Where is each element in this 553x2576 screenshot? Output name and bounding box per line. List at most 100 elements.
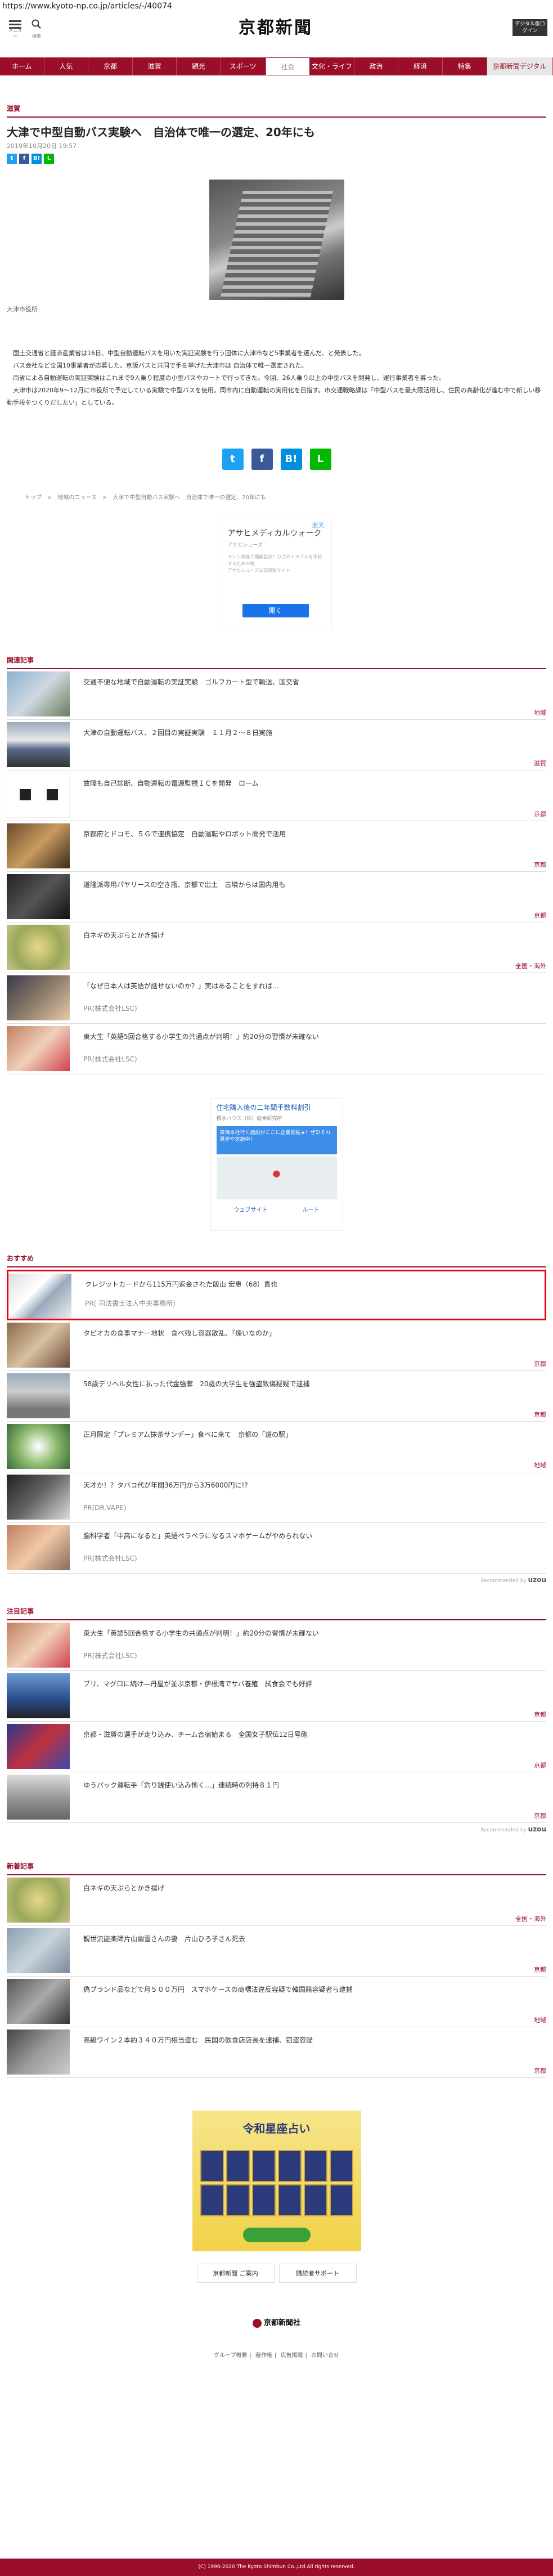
nav-kyoto[interactable]: 京都 bbox=[88, 57, 133, 75]
support-button[interactable]: 購読者サポート bbox=[278, 2264, 357, 2283]
list-item-highlighted[interactable]: クレジットカードから115万円返金された飯山 宏恵（68）貴也 PR( 司法書士法… bbox=[7, 1270, 546, 1320]
list-item[interactable]: ブリ、マグロに続け―丹屋が並ぶ京都・伊根湾でサバ養殖 試食会でも好評 京都 bbox=[7, 1671, 546, 1722]
twitter-icon[interactable]: t bbox=[7, 154, 17, 164]
ad-cta-button[interactable] bbox=[242, 2228, 311, 2242]
uzou-logo[interactable]: uzou bbox=[528, 1576, 546, 1584]
list-item[interactable]: 故障も自己診断、自動運転の電源監視ＩＣを開発 ローム 京都 bbox=[7, 770, 546, 821]
item-title[interactable]: 「なぜ日本人は英語が話せないのか？」実はあることをすれば… PR(株式会社LSC) bbox=[70, 973, 279, 1014]
item-title[interactable]: 東大生「英語5回合格する小学生の共通点が判明！」約20分の習慣が未確ない PR(株… bbox=[70, 1620, 319, 1661]
list-item[interactable]: 道隆派専用パヤリースの空き瓶、京都で出土 古墳からは国内用も 京都 bbox=[7, 872, 546, 922]
ad-title[interactable]: 令和星座占い bbox=[196, 2120, 358, 2136]
website-button[interactable]: ウェブサイト bbox=[234, 1205, 268, 1213]
nav-home[interactable]: ホーム bbox=[0, 57, 44, 75]
item-title-text[interactable]: 天才か！？タバコ代が年間36万円から3万6000円に!? bbox=[83, 1481, 248, 1489]
item-title[interactable]: 故障も自己診断、自動運転の電源監視ＩＣを開発 ローム bbox=[70, 770, 259, 789]
guide-button[interactable]: 京都新聞 ご案内 bbox=[196, 2264, 275, 2283]
list-item[interactable]: 白ネギの天ぷらとかき揚げ 全国・海外 bbox=[7, 922, 546, 973]
hatena-icon[interactable]: B! bbox=[32, 154, 42, 164]
footer-link[interactable]: 広告掲載 bbox=[280, 2353, 303, 2359]
uzou-logo[interactable]: uzou bbox=[528, 1825, 546, 1833]
nav-economy[interactable]: 経済 bbox=[398, 57, 443, 75]
list-item[interactable]: ゆうパック運転手「釣り銭使い込み怖く…」連続時の列持８１円 京都 bbox=[7, 1772, 546, 1823]
search-button[interactable]: 検索 bbox=[28, 17, 45, 41]
item-title[interactable]: 京都府とドコモ、５Ｇで連携協定 自動運転やロボット開発で活用 bbox=[70, 821, 286, 839]
url-bar[interactable]: https://www.kyoto-np.co.jp/articles/-/40… bbox=[0, 0, 553, 17]
item-title[interactable]: 道隆派専用パヤリースの空き瓶、京都で出土 古墳からは国内用も bbox=[70, 872, 285, 890]
list-item[interactable]: 正月限定「プレミアム抹茶サンデー」食べに来て 京都の「道の駅」 地域 bbox=[7, 1422, 546, 1472]
item-title[interactable]: 観世流能楽師片山幽雪さんの妻 片山ひろ子さん死去 bbox=[70, 1926, 245, 1944]
list-item[interactable]: 交通不便な地域で自動運転の実証実験 ゴルフカート型で輸送、国交省 地域 bbox=[7, 669, 546, 720]
item-title-text[interactable]: 「なぜ日本人は英語が話せないのか？」実はあることをすれば… bbox=[83, 982, 279, 990]
list-item[interactable]: 観世流能楽師片山幽雪さんの妻 片山ひろ子さん死去 京都 bbox=[7, 1926, 546, 1977]
item-title[interactable]: ゆうパック運転手「釣り銭使い込み怖く…」連続時の列持８１円 bbox=[70, 1772, 279, 1790]
ad-unit[interactable]: 楽天 アサヒメディカルウォーク アサヒシューズ ラシン規格で開発設計！ひざのトラ… bbox=[221, 518, 332, 630]
nav-digital[interactable]: 京都新聞デジタル bbox=[487, 57, 553, 75]
list-item[interactable]: 東大生「英語5回合格する小学生の共通点が判明！」約20分の習慣が未確ない PR(株… bbox=[7, 1024, 546, 1074]
nav-society[interactable]: 社会 bbox=[265, 57, 311, 75]
map-ad-unit[interactable]: 住宅購入後の二年間手数料割引 積水ハウス（株）総合研究所 東海本社行く施設がここ… bbox=[210, 1098, 343, 1231]
breadcrumb[interactable]: トップ > 地域のニュース > 大津で中型自動バス実験へ 自治体で唯一の選定、2… bbox=[7, 492, 546, 501]
horoscope-ad[interactable]: 令和星座占い bbox=[192, 2111, 361, 2251]
item-title[interactable]: ブリ、マグロに続け―丹屋が並ぶ京都・伊根湾でサバ養殖 試食会でも好評 bbox=[70, 1671, 312, 1689]
item-title-text[interactable]: 脳科学者「中高になると」英語ペラペラになるスマホゲームがやめられない bbox=[83, 1532, 312, 1540]
item-title[interactable]: クレジットカードから115万円返金された飯山 宏恵（68）貴也 PR( 司法書士法… bbox=[71, 1271, 277, 1309]
item-title[interactable]: 白ネギの天ぷらとかき揚げ bbox=[70, 1875, 164, 1893]
item-title[interactable]: 正月限定「プレミアム抹茶サンデー」食べに来て 京都の「道の駅」 bbox=[70, 1422, 292, 1440]
main-content: 滋賀 大津で中型自動バス実験へ 自治体で唯一の選定、20年にも 2019年10月… bbox=[0, 104, 553, 2359]
nav-sports[interactable]: スポーツ bbox=[221, 57, 266, 75]
twitter-icon[interactable]: t bbox=[222, 449, 244, 470]
list-item[interactable]: 「なぜ日本人は英語が話せないのか？」実はあることをすれば… PR(株式会社LSC) bbox=[7, 973, 546, 1024]
line-icon[interactable]: L bbox=[309, 449, 331, 470]
list-item[interactable]: 東大生「英語5回合格する小学生の共通点が判明！」約20分の習慣が未確ない PR(株… bbox=[7, 1620, 546, 1671]
facebook-icon[interactable]: f bbox=[251, 449, 273, 470]
item-title[interactable]: 脳科学者「中高になると」英語ペラペラになるスマホゲームがやめられない PR(株式会… bbox=[70, 1523, 312, 1563]
item-title-text[interactable]: 東大生「英語5回合格する小学生の共通点が判明！」約20分の習慣が未確ない bbox=[83, 1629, 319, 1637]
footer-link[interactable]: グループ概要 bbox=[214, 2353, 247, 2359]
item-title[interactable]: 京都・滋賀の選手が走り込み、チーム合宿始まる 全国女子駅伝12日号砲 bbox=[70, 1722, 308, 1740]
list-item[interactable]: 京都・滋賀の選手が走り込み、チーム合宿始まる 全国女子駅伝12日号砲 京都 bbox=[7, 1722, 546, 1772]
item-title-text[interactable]: クレジットカードから115万円返金された飯山 宏恵（68）貴也 bbox=[85, 1280, 277, 1288]
item-title[interactable]: 大津の自動運転バス、２回目の実証実験 １１月２〜８日実施 bbox=[70, 720, 272, 738]
list-item[interactable]: 白ネギの天ぷらとかき揚げ 全国・海外 bbox=[7, 1875, 546, 1926]
item-title[interactable]: 偽ブランド品などで月５００万円 スマホケースの商標法違反容疑で韓国籍容疑者ら逮捕 bbox=[70, 1977, 353, 1995]
item-title[interactable]: 白ネギの天ぷらとかき揚げ bbox=[70, 922, 164, 940]
facebook-icon[interactable]: f bbox=[19, 154, 29, 164]
item-title[interactable]: 天才か！？タバコ代が年間36万円から3万6000円に!? PR(DR.VAPE) bbox=[70, 1472, 248, 1513]
list-item[interactable]: タピオカの食事マナー地状 食べ残し容器散乱、「煉いなのか」 京都 bbox=[7, 1320, 546, 1371]
footer-logo-text: 京都新聞社 bbox=[263, 2319, 300, 2327]
ad-banner[interactable]: 東海本社行く施設がここに企業開催★！ぜひそれ見学や実施中！ bbox=[216, 1126, 337, 1154]
list-item[interactable]: 天才か！？タバコ代が年間36万円から3万6000円に!? PR(DR.VAPE) bbox=[7, 1472, 546, 1523]
map-preview[interactable] bbox=[216, 1157, 337, 1199]
list-item[interactable]: 脳科学者「中高になると」英語ペラペラになるスマホゲームがやめられない PR(株式会… bbox=[7, 1523, 546, 1574]
nav-special[interactable]: 特集 bbox=[443, 57, 487, 75]
thumbnail bbox=[7, 1928, 70, 1973]
menu-button[interactable]: メニュー bbox=[7, 17, 24, 41]
item-title[interactable]: タピオカの食事マナー地状 食べ残し容器散乱、「煉いなのか」 bbox=[70, 1320, 276, 1338]
item-title-text[interactable]: 東大生「英語5回合格する小学生の共通点が判明！」約20分の習慣が未確ない bbox=[83, 1033, 319, 1041]
ad-title[interactable]: アサヒメディカルウォーク bbox=[228, 528, 326, 539]
item-title[interactable]: 58歳デリヘル女性に払った代金強奪 20歳の大学生を強盗致傷疑疑で逮捕 bbox=[70, 1371, 310, 1389]
footer-logo[interactable]: 京都新聞社 bbox=[7, 2317, 546, 2328]
item-title[interactable]: 高級ワイン２本約３４０万円相当盗む 民国の飲食店店長を逮捕、窃盗容疑 bbox=[70, 2027, 313, 2045]
digital-login-button[interactable]: デジタル版ログイン bbox=[512, 19, 547, 36]
nav-politics[interactable]: 政治 bbox=[354, 57, 399, 75]
ad-title[interactable]: 住宅購入後の二年間手数料割引 bbox=[217, 1103, 337, 1112]
nav-tourism[interactable]: 観光 bbox=[177, 57, 221, 75]
footer-link[interactable]: 著作権 bbox=[255, 2353, 272, 2359]
line-icon[interactable]: L bbox=[44, 154, 54, 164]
site-logo[interactable]: 京都新聞 bbox=[214, 17, 338, 39]
nav-popular[interactable]: 人気 bbox=[44, 57, 89, 75]
list-item[interactable]: 58歳デリヘル女性に払った代金強奪 20歳の大学生を強盗致傷疑疑で逮捕 京都 bbox=[7, 1371, 546, 1422]
ad-open-button[interactable]: 開く bbox=[242, 604, 309, 617]
route-button[interactable]: ルート bbox=[303, 1205, 320, 1213]
nav-culture[interactable]: 文化・ライフ bbox=[310, 57, 354, 75]
list-item[interactable]: 京都府とドコモ、５Ｇで連携協定 自動運転やロボット開発で活用 京都 bbox=[7, 821, 546, 872]
item-title[interactable]: 交通不便な地域で自動運転の実証実験 ゴルフカート型で輸送、国交省 bbox=[70, 669, 299, 687]
footer-link[interactable]: お問い合せ bbox=[311, 2353, 339, 2359]
list-item[interactable]: 高級ワイン２本約３４０万円相当盗む 民国の飲食店店長を逮捕、窃盗容疑 京都 bbox=[7, 2027, 546, 2078]
item-title[interactable]: 東大生「英語5回合格する小学生の共通点が判明！」約20分の習慣が未確ない PR(株… bbox=[70, 1024, 319, 1064]
list-item[interactable]: 偽ブランド品などで月５００万円 スマホケースの商標法違反容疑で韓国籍容疑者ら逮捕… bbox=[7, 1977, 546, 2027]
nav-shiga[interactable]: 滋賀 bbox=[133, 57, 177, 75]
hatena-icon[interactable]: B! bbox=[280, 449, 302, 470]
list-item[interactable]: 大津の自動運転バス、２回目の実証実験 １１月２〜８日実施 滋賀 bbox=[7, 720, 546, 770]
